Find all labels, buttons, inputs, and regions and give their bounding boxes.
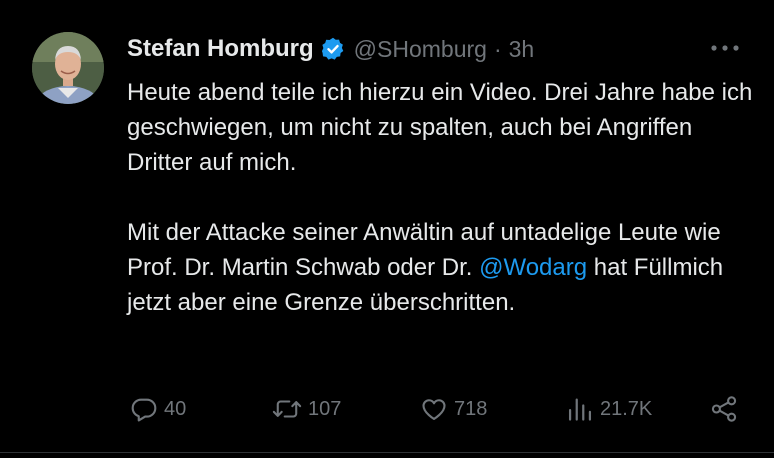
tweet-paragraph-2: Mit der Attacke seiner Anwältin auf unta… (127, 215, 757, 320)
mention-link[interactable]: @Wodarg (479, 254, 587, 281)
author-name[interactable]: Stefan Homburg (127, 35, 314, 63)
more-options-icon[interactable] (708, 36, 742, 60)
author-handle[interactable]: @SHomburg (354, 36, 487, 63)
tweet-timestamp[interactable]: 3h (509, 36, 535, 63)
share-icon (711, 396, 737, 422)
verified-badge-icon (320, 36, 346, 62)
separator-dot: · (493, 35, 502, 62)
views-count: 21.7K (600, 397, 653, 420)
views-button[interactable]: 21.7K (566, 392, 652, 426)
retweet-icon (272, 400, 302, 418)
reply-button[interactable]: 40 (130, 392, 186, 426)
retweet-count: 107 (308, 397, 342, 420)
tweet-text: Heute abend teile ich hierzu ein Video. … (127, 75, 757, 320)
tweet-header: Stefan Homburg @SHomburg · 3h (127, 34, 534, 64)
retweet-button[interactable]: 107 (272, 392, 341, 426)
avatar-image (32, 32, 104, 104)
action-bar: 40 107 718 21.7K (0, 392, 774, 426)
views-icon (568, 398, 592, 421)
like-button[interactable]: 718 (420, 392, 487, 426)
reply-count: 40 (164, 397, 187, 420)
share-button[interactable] (708, 392, 740, 426)
reply-icon (131, 398, 157, 422)
like-count: 718 (454, 397, 488, 420)
divider (0, 452, 774, 453)
like-icon (422, 399, 446, 420)
tweet: Stefan Homburg @SHomburg · 3h Heute aben… (0, 0, 774, 458)
avatar[interactable] (32, 32, 104, 104)
tweet-paragraph-1: Heute abend teile ich hierzu ein Video. … (127, 79, 753, 176)
